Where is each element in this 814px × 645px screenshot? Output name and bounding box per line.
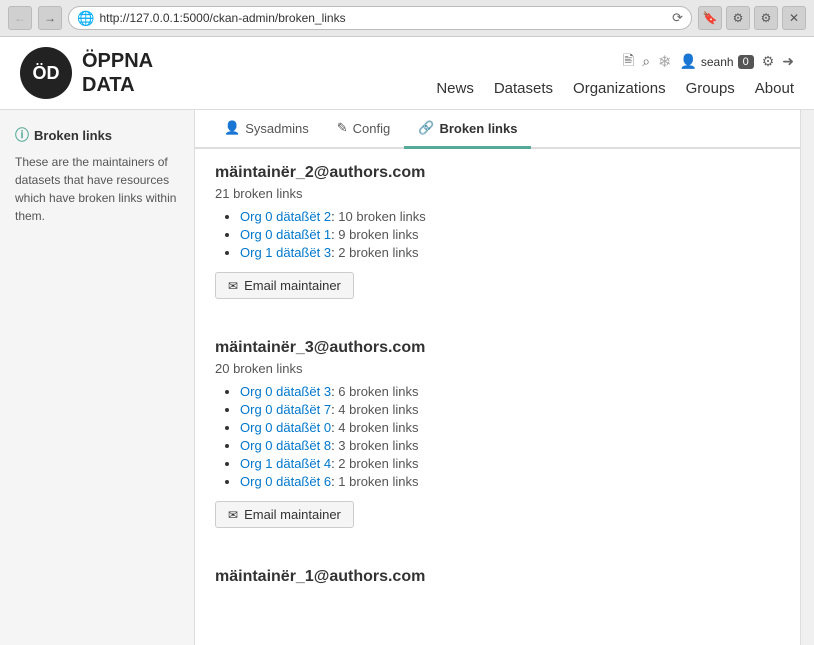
nav-datasets[interactable]: Datasets bbox=[494, 80, 553, 97]
content-inner: mäintainër_2@authors.com 21 broken links… bbox=[195, 149, 800, 645]
maintainer-email-0: mäintainër_2@authors.com bbox=[215, 164, 780, 182]
tabs-bar: 👤 Sysadmins ✎ Config 🔗 Broken links bbox=[195, 110, 800, 149]
list-item: Org 0 dätaßët 1: 9 broken links bbox=[240, 227, 780, 242]
refresh-icon[interactable]: ⟳ bbox=[672, 10, 683, 26]
extensions-icon[interactable]: ⚙ bbox=[726, 6, 750, 30]
dataset-link[interactable]: Org 0 dätaßët 0 bbox=[240, 420, 331, 435]
tab-config[interactable]: ✎ Config bbox=[323, 110, 404, 149]
logo-text: ÖPPNA DATA bbox=[82, 49, 153, 97]
dataset-link[interactable]: Org 0 dätaßët 2 bbox=[240, 209, 331, 224]
nav-news[interactable]: News bbox=[436, 80, 474, 97]
dataset-link[interactable]: Org 1 dätaßët 3 bbox=[240, 245, 331, 260]
close-icon[interactable]: ✕ bbox=[782, 6, 806, 30]
dataset-list-0: Org 0 dätaßët 2: 10 broken links Org 0 d… bbox=[215, 209, 780, 260]
list-item: Org 0 dätaßët 2: 10 broken links bbox=[240, 209, 780, 224]
signout-icon[interactable]: ➜ bbox=[782, 53, 794, 70]
gear-icon[interactable]: ⚙ bbox=[762, 53, 775, 70]
list-item: Org 0 dätaßët 8: 3 broken links bbox=[240, 438, 780, 453]
dataset-link[interactable]: Org 0 dätaßët 3 bbox=[240, 384, 331, 399]
nav-about[interactable]: About bbox=[755, 80, 794, 97]
maintainer-section-2: mäintainër_1@authors.com bbox=[215, 568, 780, 605]
dataset-link[interactable]: Org 0 dätaßët 6 bbox=[240, 474, 331, 489]
sidebar-title: ⓘ Broken links bbox=[15, 125, 179, 145]
username[interactable]: seanh bbox=[701, 55, 734, 69]
email-maintainer-button-0[interactable]: ✉ Email maintainer bbox=[215, 272, 354, 299]
rss-icon[interactable]: ⌕ bbox=[642, 53, 650, 70]
user-badge: 0 bbox=[738, 55, 754, 69]
tab-sysadmins[interactable]: 👤 Sysadmins bbox=[210, 110, 323, 149]
nav-groups[interactable]: Groups bbox=[686, 80, 735, 97]
list-item: Org 1 dätaßët 3: 2 broken links bbox=[240, 245, 780, 260]
maintainer-section-1: mäintainër_3@authors.com 20 broken links… bbox=[215, 339, 780, 543]
dataset-link[interactable]: Org 0 dätaßët 7 bbox=[240, 402, 331, 417]
logo-initials: ÖD bbox=[33, 63, 60, 84]
page-icon[interactable]: 🖹 bbox=[623, 50, 634, 74]
nav-organizations[interactable]: Organizations bbox=[573, 80, 666, 97]
config-icon: ✎ bbox=[337, 120, 348, 136]
browser-action-buttons: 🔖 ⚙ ⚙ ✕ bbox=[698, 6, 806, 30]
forward-button[interactable]: → bbox=[38, 6, 62, 30]
list-item: Org 0 dätaßët 3: 6 broken links bbox=[240, 384, 780, 399]
info-icon: ⓘ bbox=[15, 125, 29, 145]
broken-links-count-0: 21 broken links bbox=[215, 186, 780, 201]
dataset-list-1: Org 0 dätaßët 3: 6 broken links Org 0 dä… bbox=[215, 384, 780, 489]
maintainer-email-1: mäintainër_3@authors.com bbox=[215, 339, 780, 357]
logo-area: ÖD ÖPPNA DATA bbox=[20, 47, 153, 99]
list-item: Org 0 dätaßët 0: 4 broken links bbox=[240, 420, 780, 435]
list-item: Org 1 dätaßët 4: 2 broken links bbox=[240, 456, 780, 471]
user-area: 👤 seanh 0 bbox=[679, 53, 753, 70]
dataset-link[interactable]: Org 0 dätaßët 1 bbox=[240, 227, 331, 242]
maintainer-email-2: mäintainër_1@authors.com bbox=[215, 568, 780, 586]
globe-icon: 🌐 bbox=[77, 10, 94, 27]
sidebar: ⓘ Broken links These are the maintainers… bbox=[0, 110, 195, 645]
logo-circle: ÖD bbox=[20, 47, 72, 99]
envelope-icon: ✉ bbox=[228, 508, 238, 522]
site-header: ÖD ÖPPNA DATA 🖹 ⌕ ❄ 👤 seanh 0 ⚙ ➜ News D… bbox=[0, 37, 814, 110]
maintainer-section-0: mäintainër_2@authors.com 21 broken links… bbox=[215, 164, 780, 314]
broken-links-count-1: 20 broken links bbox=[215, 361, 780, 376]
sysadmins-icon: 👤 bbox=[224, 120, 240, 136]
user-icon: 👤 bbox=[679, 53, 696, 70]
snowflake-icon: ❄ bbox=[658, 52, 671, 72]
sidebar-description: These are the maintainers of datasets th… bbox=[15, 153, 179, 225]
email-maintainer-button-1[interactable]: ✉ Email maintainer bbox=[215, 501, 354, 528]
main-content: 👤 Sysadmins ✎ Config 🔗 Broken links mäin… bbox=[195, 110, 800, 645]
dataset-link[interactable]: Org 1 dätaßët 4 bbox=[240, 456, 331, 471]
list-item: Org 0 dätaßët 6: 1 broken links bbox=[240, 474, 780, 489]
header-right: 🖹 ⌕ ❄ 👤 seanh 0 ⚙ ➜ News Datasets Organi… bbox=[436, 50, 794, 97]
envelope-icon: ✉ bbox=[228, 279, 238, 293]
header-top-icons: 🖹 ⌕ ❄ 👤 seanh 0 ⚙ ➜ bbox=[623, 50, 794, 74]
page-body: ⓘ Broken links These are the maintainers… bbox=[0, 110, 814, 645]
dataset-link[interactable]: Org 0 dätaßët 8 bbox=[240, 438, 331, 453]
main-nav: News Datasets Organizations Groups About bbox=[436, 80, 794, 97]
settings-icon[interactable]: ⚙ bbox=[754, 6, 778, 30]
broken-links-icon: 🔗 bbox=[418, 120, 434, 136]
scrollbar[interactable] bbox=[800, 110, 814, 645]
list-item: Org 0 dätaßët 7: 4 broken links bbox=[240, 402, 780, 417]
url-text: http://127.0.0.1:5000/ckan-admin/broken_… bbox=[99, 11, 667, 25]
back-button[interactable]: ← bbox=[8, 6, 32, 30]
browser-chrome: ← → 🌐 http://127.0.0.1:5000/ckan-admin/b… bbox=[0, 0, 814, 37]
tab-broken-links[interactable]: 🔗 Broken links bbox=[404, 110, 531, 149]
address-bar[interactable]: 🌐 http://127.0.0.1:5000/ckan-admin/broke… bbox=[68, 6, 692, 30]
bookmark-icon[interactable]: 🔖 bbox=[698, 6, 722, 30]
